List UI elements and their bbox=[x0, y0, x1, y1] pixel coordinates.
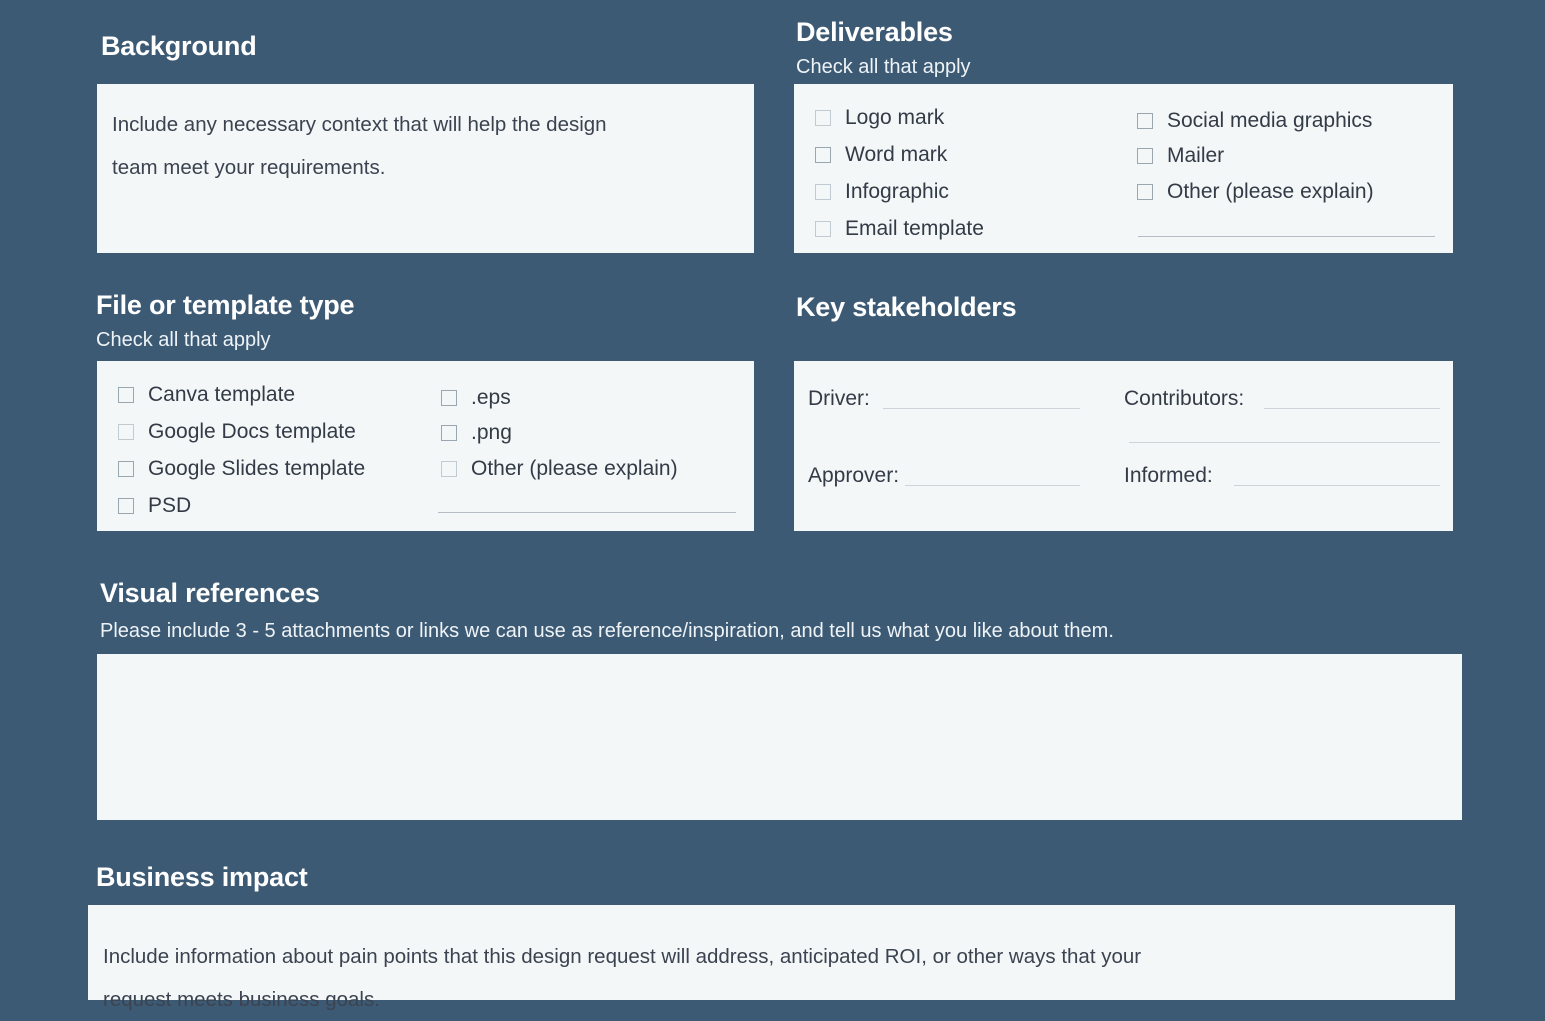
checkbox-icon[interactable] bbox=[1137, 183, 1153, 200]
stakeholder-label-approver: Approver: bbox=[808, 464, 900, 487]
deliverables-option-email-template[interactable]: Email template bbox=[815, 218, 984, 239]
business-impact-body-line-1: Include information about pain points th… bbox=[103, 945, 1142, 968]
file-type-option-psd[interactable]: PSD bbox=[118, 495, 191, 516]
stakeholder-label-driver: Driver: bbox=[808, 387, 870, 410]
checkbox-icon[interactable] bbox=[815, 183, 831, 200]
deliverables-option-label: Word mark bbox=[845, 143, 948, 166]
deliverables-option-logo-mark[interactable]: Logo mark bbox=[815, 107, 944, 128]
background-body-line-2: team meet your requirements. bbox=[112, 156, 386, 179]
file-or-template-type-card: Canva template Google Docs template Goog… bbox=[97, 361, 754, 531]
background-body-line-1: Include any necessary context that will … bbox=[112, 113, 607, 136]
checkbox-icon[interactable] bbox=[118, 386, 134, 403]
deliverables-card: Logo mark Word mark Infographic Email te… bbox=[794, 84, 1453, 253]
stakeholder-label-informed: Informed: bbox=[1124, 464, 1213, 487]
deliverables-option-mailer[interactable]: Mailer bbox=[1137, 145, 1224, 166]
deliverables-other-write-in-line[interactable] bbox=[1138, 236, 1435, 237]
deliverables-option-label: Other (please explain) bbox=[1167, 180, 1374, 203]
deliverables-option-label: Logo mark bbox=[845, 106, 945, 129]
file-type-option-canva-template[interactable]: Canva template bbox=[118, 384, 295, 405]
business-impact-section-title: Business impact bbox=[96, 862, 308, 892]
key-stakeholders-card: Driver: Contributors: Approver: Informed… bbox=[794, 361, 1453, 531]
background-section-title: Background bbox=[101, 31, 257, 61]
checkbox-icon[interactable] bbox=[441, 460, 457, 477]
deliverables-option-label: Mailer bbox=[1167, 144, 1225, 167]
checkbox-icon[interactable] bbox=[815, 220, 831, 237]
background-card[interactable]: Include any necessary context that will … bbox=[97, 84, 754, 253]
stakeholder-input-contributors-line-2[interactable] bbox=[1129, 442, 1440, 443]
deliverables-option-social-media-graphics[interactable]: Social media graphics bbox=[1137, 110, 1372, 131]
stakeholder-input-informed[interactable] bbox=[1234, 485, 1440, 486]
business-impact-card[interactable]: Include information about pain points th… bbox=[88, 905, 1455, 1011]
deliverables-option-infographic[interactable]: Infographic bbox=[815, 181, 949, 202]
file-type-option-label: Google Slides template bbox=[148, 457, 366, 480]
file-type-option-label: PSD bbox=[148, 494, 192, 517]
checkbox-icon[interactable] bbox=[1137, 147, 1153, 164]
deliverables-option-word-mark[interactable]: Word mark bbox=[815, 144, 947, 165]
file-type-option-label: Canva template bbox=[148, 383, 296, 406]
design-request-brief-page: Background Include any necessary context… bbox=[0, 0, 1545, 1011]
deliverables-section-subtitle: Check all that apply bbox=[796, 56, 971, 78]
stakeholder-input-approver[interactable] bbox=[905, 485, 1080, 486]
checkbox-icon[interactable] bbox=[1137, 112, 1153, 129]
checkbox-icon[interactable] bbox=[118, 497, 134, 514]
file-type-option-label: Other (please explain) bbox=[471, 457, 678, 480]
key-stakeholders-section-title: Key stakeholders bbox=[796, 292, 1017, 322]
file-type-option-png[interactable]: .png bbox=[441, 422, 512, 443]
file-type-option-label: .eps bbox=[471, 386, 511, 409]
file-type-option-eps[interactable]: .eps bbox=[441, 387, 511, 408]
file-type-option-google-docs-template[interactable]: Google Docs template bbox=[118, 421, 356, 442]
deliverables-section-title: Deliverables bbox=[796, 17, 953, 47]
visual-references-section-title: Visual references bbox=[100, 578, 320, 608]
stakeholder-input-driver[interactable] bbox=[883, 408, 1080, 409]
checkbox-icon[interactable] bbox=[815, 146, 831, 163]
file-or-template-type-section-title: File or template type bbox=[96, 290, 355, 320]
file-type-other-write-in-line[interactable] bbox=[438, 512, 736, 513]
file-type-option-label: Google Docs template bbox=[148, 420, 356, 443]
checkbox-icon[interactable] bbox=[118, 423, 134, 440]
stakeholder-label-contributors: Contributors: bbox=[1124, 387, 1245, 410]
deliverables-option-label: Infographic bbox=[845, 180, 949, 203]
file-type-option-google-slides-template[interactable]: Google Slides template bbox=[118, 458, 365, 479]
checkbox-icon[interactable] bbox=[118, 460, 134, 477]
checkbox-icon[interactable] bbox=[441, 424, 457, 441]
file-type-option-other[interactable]: Other (please explain) bbox=[441, 458, 678, 479]
checkbox-icon[interactable] bbox=[815, 109, 831, 126]
deliverables-option-label: Social media graphics bbox=[1167, 109, 1373, 132]
visual-references-card[interactable] bbox=[97, 654, 1462, 820]
deliverables-option-label: Email template bbox=[845, 217, 984, 240]
checkbox-icon[interactable] bbox=[441, 389, 457, 406]
file-or-template-type-section-subtitle: Check all that apply bbox=[96, 329, 271, 351]
file-type-option-label: .png bbox=[471, 421, 512, 444]
visual-references-section-subtitle: Please include 3 - 5 attachments or link… bbox=[100, 620, 1114, 642]
deliverables-option-other[interactable]: Other (please explain) bbox=[1137, 181, 1374, 202]
stakeholder-input-contributors[interactable] bbox=[1264, 408, 1440, 409]
